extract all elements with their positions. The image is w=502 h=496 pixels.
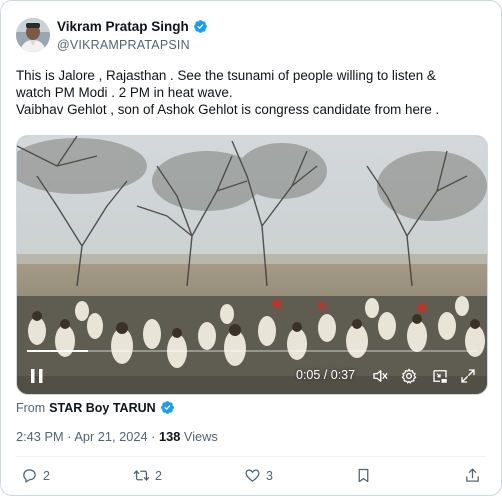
tweet-text-line: watch PM Modi . 2 PM in heat wave. <box>16 85 233 100</box>
author-name-row: Vikram Pratap Singh <box>57 19 208 34</box>
source-label: From <box>16 400 46 415</box>
views-label: Views <box>180 429 218 444</box>
share-icon <box>466 468 479 482</box>
settings-icon[interactable] <box>400 367 418 385</box>
bookmark-button[interactable] <box>355 467 372 484</box>
reply-button[interactable]: 2 <box>21 467 50 484</box>
video-time: 0:05 / 0:37 <box>296 368 356 382</box>
avatar-image <box>16 18 50 52</box>
tweet-card: Vikram Pratap Singh @VIKRAMPRATAPSIN Thi… <box>0 0 502 496</box>
verified-badge-icon <box>193 20 207 33</box>
reply-count: 2 <box>43 468 50 483</box>
bookmark-icon <box>358 468 369 483</box>
video-source: From STAR Boy TARUN <box>16 400 175 415</box>
reply-icon <box>23 469 36 483</box>
video-frame <box>17 136 487 394</box>
tweet-text-line: Vaibhav Gehlot , son of Ashok Gehlot is … <box>16 102 440 117</box>
divider <box>16 456 486 457</box>
tweet-text-line: This is Jalore , Rajasthan . See the tsu… <box>16 68 436 83</box>
views-count: 138 <box>158 429 181 444</box>
mute-icon[interactable] <box>371 367 389 385</box>
video-player[interactable]: 0:05 / 0:37 <box>16 135 488 395</box>
like-button[interactable]: 3 <box>244 467 273 484</box>
retweet-count: 2 <box>155 468 162 483</box>
tweet-meta: 2:43 PM · Apr 21, 2024 · 138 Views <box>16 429 218 444</box>
retweet-button[interactable]: 2 <box>133 467 162 484</box>
fullscreen-icon[interactable] <box>459 367 477 385</box>
author-name[interactable]: Vikram Pratap Singh <box>57 19 189 34</box>
avatar[interactable] <box>16 18 50 52</box>
verified-badge-icon <box>160 401 174 414</box>
share-button[interactable] <box>464 467 481 484</box>
play-pause-icon[interactable] <box>29 367 45 385</box>
like-count: 3 <box>266 468 273 483</box>
tweet-text: This is Jalore , Rajasthan . See the tsu… <box>16 67 491 118</box>
timestamp[interactable]: 2:43 PM · Apr 21, 2024 · <box>16 429 159 444</box>
like-icon <box>245 469 260 482</box>
pip-icon[interactable] <box>431 367 449 385</box>
video-progress-fill <box>27 350 88 352</box>
retweet-icon <box>133 470 150 481</box>
action-bar: 2 2 3 <box>1 467 501 491</box>
source-name[interactable]: STAR Boy TARUN <box>49 401 155 415</box>
author-handle[interactable]: @VIKRAMPRATAPSIN <box>57 38 190 52</box>
video-progress-bar[interactable] <box>27 350 477 352</box>
